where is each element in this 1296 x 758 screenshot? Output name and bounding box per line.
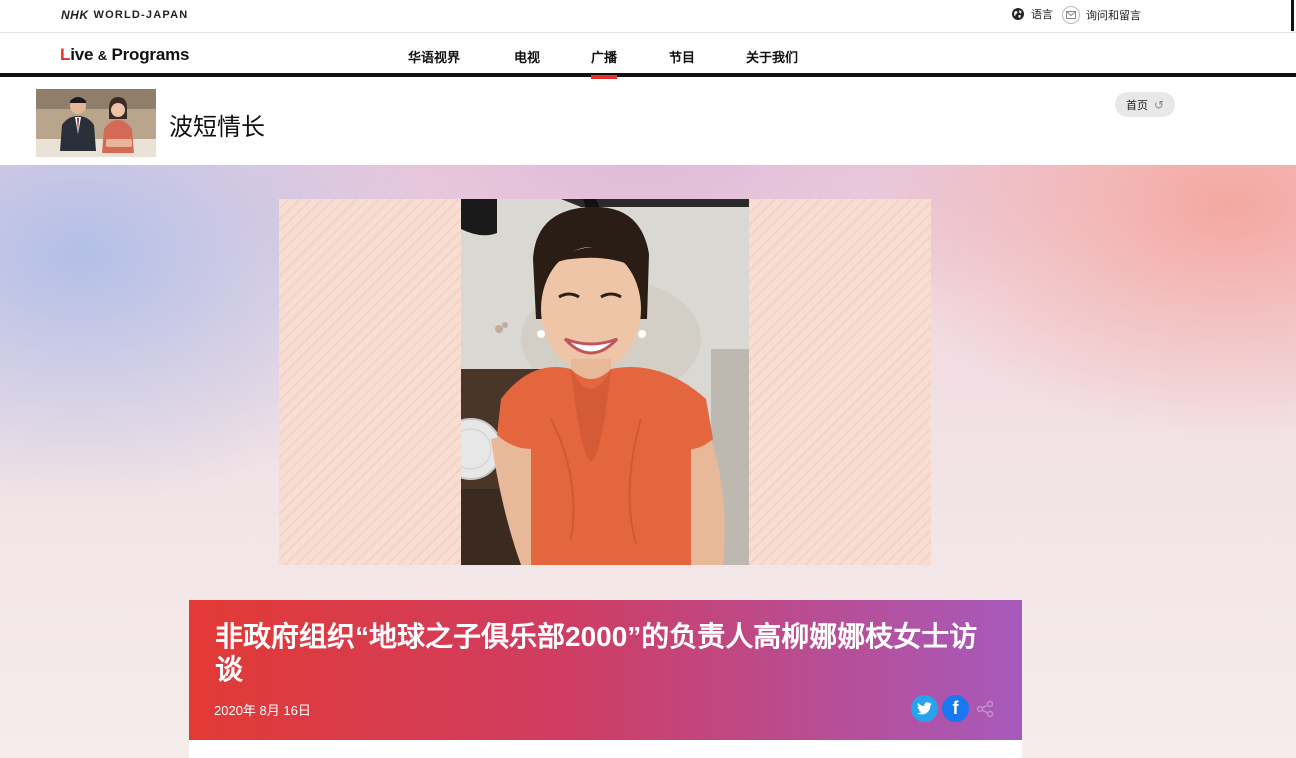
article-body-start xyxy=(189,740,1022,758)
mail-icon xyxy=(1062,6,1080,24)
article-photo xyxy=(461,199,749,565)
program-thumbnail[interactable] xyxy=(36,89,156,157)
language-selector[interactable]: 语言 xyxy=(1011,6,1053,22)
return-icon: ↺ xyxy=(1153,97,1165,112)
contact-link[interactable]: 询问和留言 xyxy=(1062,6,1141,24)
globe-icon xyxy=(1012,8,1024,20)
nav-item-about[interactable]: 关于我们 xyxy=(746,47,798,66)
article-date: 2020年 8月 16日 xyxy=(214,703,311,718)
nav-item-huayu[interactable]: 华语视界 xyxy=(408,47,460,66)
live-programs-logo[interactable]: Live & Programs xyxy=(60,45,189,65)
article-title: 非政府组织“地球之子俱乐部2000”的负责人高柳娜娜枝女士访谈 xyxy=(215,621,978,685)
logo-ampersand: & xyxy=(97,48,107,63)
edge-divider xyxy=(1291,0,1294,31)
top-utility-bar: NHK WORLD-JAPAN 语言 询问和留言 xyxy=(0,0,1296,33)
logo-ive: ive xyxy=(70,45,94,64)
twitter-share-button[interactable] xyxy=(911,695,938,722)
share-button[interactable] xyxy=(971,695,998,722)
language-label: 语言 xyxy=(1031,9,1053,21)
main-navigation: Live & Programs 华语视界 电视 广播 节目 关于我们 xyxy=(0,33,1296,79)
nav-item-tv[interactable]: 电视 xyxy=(514,47,540,66)
home-label: 首页 xyxy=(1125,99,1148,112)
twitter-icon xyxy=(917,702,932,715)
brand-nhk: NHK xyxy=(61,8,89,22)
program-title: 波短情长 xyxy=(169,114,265,141)
article-image-frame xyxy=(279,199,931,565)
facebook-icon: f xyxy=(952,698,959,718)
contact-label: 询问和留言 xyxy=(1086,10,1141,22)
logo-letter-l: L xyxy=(60,45,71,64)
nav-item-programs[interactable]: 节目 xyxy=(669,47,695,66)
program-header: 波短情长 首页 ↺ xyxy=(0,81,1296,165)
nav-item-radio[interactable]: 广播 xyxy=(591,47,618,79)
share-icon xyxy=(976,700,993,717)
hero-section: 非政府组织“地球之子俱乐部2000”的负责人高柳娜娜枝女士访谈 2020年 8月… xyxy=(0,165,1296,758)
logo-programs: Programs xyxy=(111,45,190,64)
brand-world-japan: WORLD-JAPAN xyxy=(93,9,189,21)
facebook-share-button[interactable]: f xyxy=(942,695,969,722)
nhk-world-japan-logo[interactable]: NHK WORLD-JAPAN xyxy=(61,8,188,22)
home-button[interactable]: 首页 ↺ xyxy=(1115,92,1175,117)
article-title-card: 非政府组织“地球之子俱乐部2000”的负责人高柳娜娜枝女士访谈 2020年 8月… xyxy=(189,600,1022,740)
